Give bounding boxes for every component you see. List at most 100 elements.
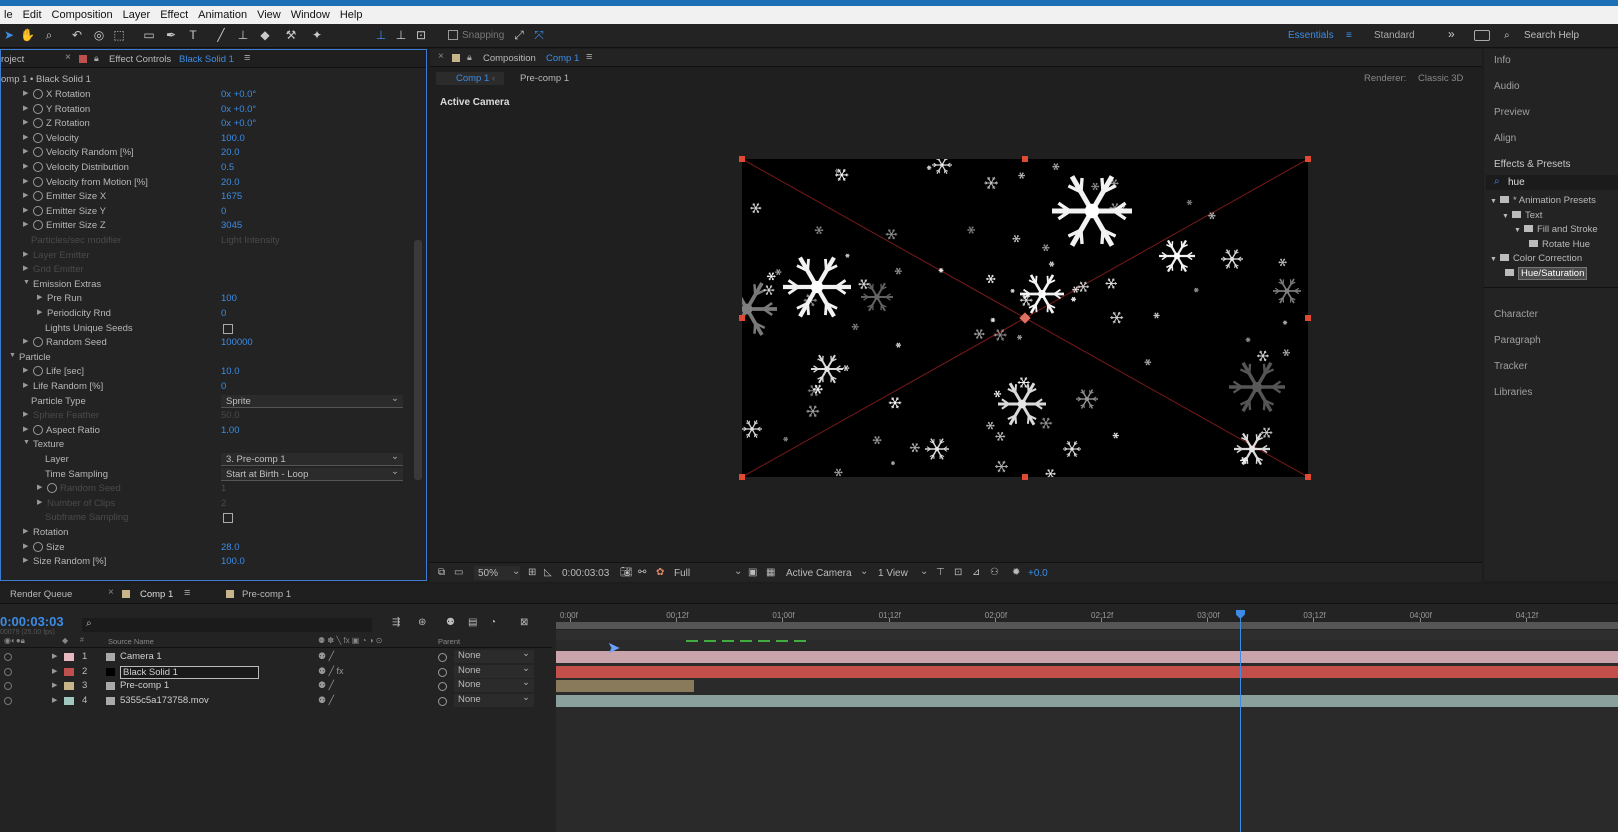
effect-property-row[interactable]: Time Sampling Start at Birth - Loop xyxy=(1,465,411,483)
property-value[interactable]: 0 xyxy=(221,381,226,392)
stopwatch-icon[interactable] xyxy=(33,541,43,552)
bounding-box-handle[interactable] xyxy=(739,315,745,321)
region-of-interest-icon[interactable]: ▣ xyxy=(748,567,757,578)
keyframe-marker[interactable] xyxy=(722,640,734,642)
visibility-toggle-icon[interactable] xyxy=(4,667,12,676)
search-help-input[interactable]: Search Help xyxy=(1524,30,1579,41)
bounding-box-handle[interactable] xyxy=(1305,315,1311,321)
expand-triangle-icon[interactable]: ▶ xyxy=(23,542,28,550)
expand-triangle-icon[interactable]: ▶ xyxy=(23,556,28,564)
layer-switches-icons[interactable]: ⚉ ╱ xyxy=(318,651,334,662)
panel-libraries[interactable]: Libraries xyxy=(1494,387,1532,398)
bounding-box-handle[interactable] xyxy=(1305,474,1311,480)
expand-triangle-icon[interactable]: ▶ xyxy=(23,147,28,155)
close-comp-tab-icon[interactable]: × xyxy=(438,51,444,62)
graph-editor-icon[interactable]: ⊠ xyxy=(520,617,528,628)
expand-triangle-icon[interactable]: ▶ xyxy=(23,527,28,535)
layer-name[interactable]: Black Solid 1 xyxy=(120,665,259,679)
effect-property-row[interactable]: ▶ Grid Emitter xyxy=(1,263,411,278)
effect-property-row[interactable]: ▶ Life Random [%] 0 xyxy=(1,380,411,395)
expand-triangle-icon[interactable]: ▶ xyxy=(23,104,28,112)
effect-property-row[interactable]: ▶ Life [sec] 10.0 xyxy=(1,365,411,380)
preset-tree-item[interactable]: Rotate Hue xyxy=(1526,239,1590,250)
effect-property-row[interactable]: ▶ Layer Emitter xyxy=(1,249,411,264)
grid-options-icon[interactable]: ⊞ xyxy=(528,567,536,578)
tab-pre-comp-1[interactable]: Pre-comp 1 xyxy=(242,589,291,600)
effect-property-row[interactable]: ▶ Emitter Size Y 0 xyxy=(1,205,411,220)
view-axis-icon[interactable]: ⊡ xyxy=(414,28,428,42)
layer-row[interactable]: ▶ 1 Camera 1 ⚉ ╱ None ⌄ xyxy=(0,648,552,664)
layer-bar[interactable] xyxy=(556,665,1618,678)
tree-toggle-icon[interactable]: ▼ xyxy=(1490,198,1497,205)
effect-property-row[interactable]: ▶ Random Seed 100000 xyxy=(1,336,411,351)
menu-view[interactable]: View xyxy=(257,9,281,21)
property-value[interactable]: 100 xyxy=(221,293,237,304)
snap-options-icon[interactable]: ⤢ xyxy=(512,28,526,42)
property-value[interactable]: 0x +0.0° xyxy=(221,104,256,115)
pickwhip-icon[interactable] xyxy=(438,696,447,706)
expand-triangle-icon[interactable]: ▶ xyxy=(37,308,42,316)
layer-row[interactable]: ▶ 3 Pre-comp 1 ⚉ ╱ None ⌄ xyxy=(0,677,552,693)
show-snapshot-icon[interactable]: ⚯ xyxy=(638,567,646,578)
stopwatch-icon[interactable] xyxy=(33,132,43,143)
effect-property-row[interactable]: Subframe Sampling xyxy=(1,511,411,526)
stopwatch-icon[interactable] xyxy=(33,191,43,202)
property-value[interactable]: 0 xyxy=(221,308,226,319)
effect-property-row[interactable]: ▼ Emission Extras xyxy=(1,278,411,293)
panel-effects-presets[interactable]: Effects & Presets xyxy=(1494,159,1571,170)
effect-property-row[interactable]: ▶ Z Rotation 0x +0.0° xyxy=(1,117,411,132)
bounding-box-handle[interactable] xyxy=(739,474,745,480)
subtab-comp-1[interactable]: Comp 1 xyxy=(456,73,489,84)
work-area-bar[interactable] xyxy=(556,622,1618,629)
expand-triangle-icon[interactable]: ▶ xyxy=(23,337,28,345)
effect-property-row[interactable]: Particles/sec modifier Light Intensity xyxy=(1,234,411,249)
property-value[interactable]: 0 xyxy=(221,206,226,217)
source-name-header[interactable]: Source Name xyxy=(108,637,154,646)
property-value[interactable]: 50.0 xyxy=(221,410,240,421)
puppet-tool-icon[interactable]: ✦ xyxy=(310,28,324,42)
tree-toggle-icon[interactable]: ▼ xyxy=(1502,213,1509,220)
property-value[interactable]: 0x +0.0° xyxy=(221,89,256,100)
bounding-box-handle[interactable] xyxy=(1305,156,1311,162)
property-value[interactable]: 20.0 xyxy=(221,177,240,188)
search-help-icon[interactable]: ⌕ xyxy=(1504,30,1510,41)
property-value[interactable]: 1675 xyxy=(221,191,242,202)
timeline-menu-icon[interactable]: ≡ xyxy=(184,587,190,599)
keyframe-marker[interactable] xyxy=(704,640,716,642)
bounding-box-handle[interactable] xyxy=(1022,156,1028,162)
preset-tree-item[interactable]: ▼ * Animation Presets xyxy=(1490,195,1596,206)
draft-3d-icon[interactable]: ⊛ xyxy=(418,617,426,628)
layer-expand-icon[interactable]: ▶ xyxy=(52,667,57,675)
stopwatch-icon[interactable] xyxy=(33,118,43,129)
menu-layer[interactable]: Layer xyxy=(123,9,151,21)
clone-stamp-tool-icon[interactable]: ⊥ xyxy=(236,28,250,42)
layer-switches-icons[interactable]: ⚉ ╱ fx xyxy=(318,666,344,677)
visibility-toggle-icon[interactable] xyxy=(4,653,12,661)
stopwatch-icon[interactable] xyxy=(33,176,43,187)
workspace-essentials[interactable]: Essentials xyxy=(1288,30,1334,41)
flowchart-icon[interactable]: ⚇ xyxy=(990,567,999,578)
panel-audio[interactable]: Audio xyxy=(1494,81,1520,92)
stopwatch-icon[interactable] xyxy=(33,147,43,158)
property-value[interactable]: Light Intensity xyxy=(221,235,280,246)
rectangle-tool-icon[interactable]: ▭ xyxy=(142,28,156,42)
property-dropdown[interactable]: Sprite xyxy=(221,392,403,408)
snap-features-icon[interactable]: ⤧ xyxy=(532,28,546,42)
rotate-tool-icon[interactable]: ↶ xyxy=(70,28,84,42)
effect-property-row[interactable]: ▶ Y Rotation 0x +0.0° xyxy=(1,103,411,118)
tab-comp-1[interactable]: Comp 1 xyxy=(140,589,173,600)
always-preview-icon[interactable]: ⧉ xyxy=(438,567,445,578)
snapshot-icon[interactable]: 📷︎ xyxy=(620,567,633,578)
comp-lock-icon[interactable]: 🔒︎ xyxy=(467,52,472,63)
panel-menu-icon[interactable]: ≡ xyxy=(244,52,250,64)
property-dropdown[interactable]: Start at Birth - Loop xyxy=(221,465,403,481)
menu-window[interactable]: Window xyxy=(291,9,330,21)
selection-tool-icon[interactable]: ➤ xyxy=(2,28,16,42)
exposure-value[interactable]: +0.0 xyxy=(1028,568,1048,579)
hand-tool-icon[interactable]: ✋ xyxy=(20,28,35,42)
pickwhip-icon[interactable] xyxy=(438,682,447,692)
layer-expand-icon[interactable]: ▶ xyxy=(52,652,57,660)
playhead[interactable] xyxy=(1239,610,1241,832)
effect-property-row[interactable]: ▶ Size 28.0 xyxy=(1,541,411,556)
fast-previews-icon[interactable]: ⊡ xyxy=(954,567,962,578)
